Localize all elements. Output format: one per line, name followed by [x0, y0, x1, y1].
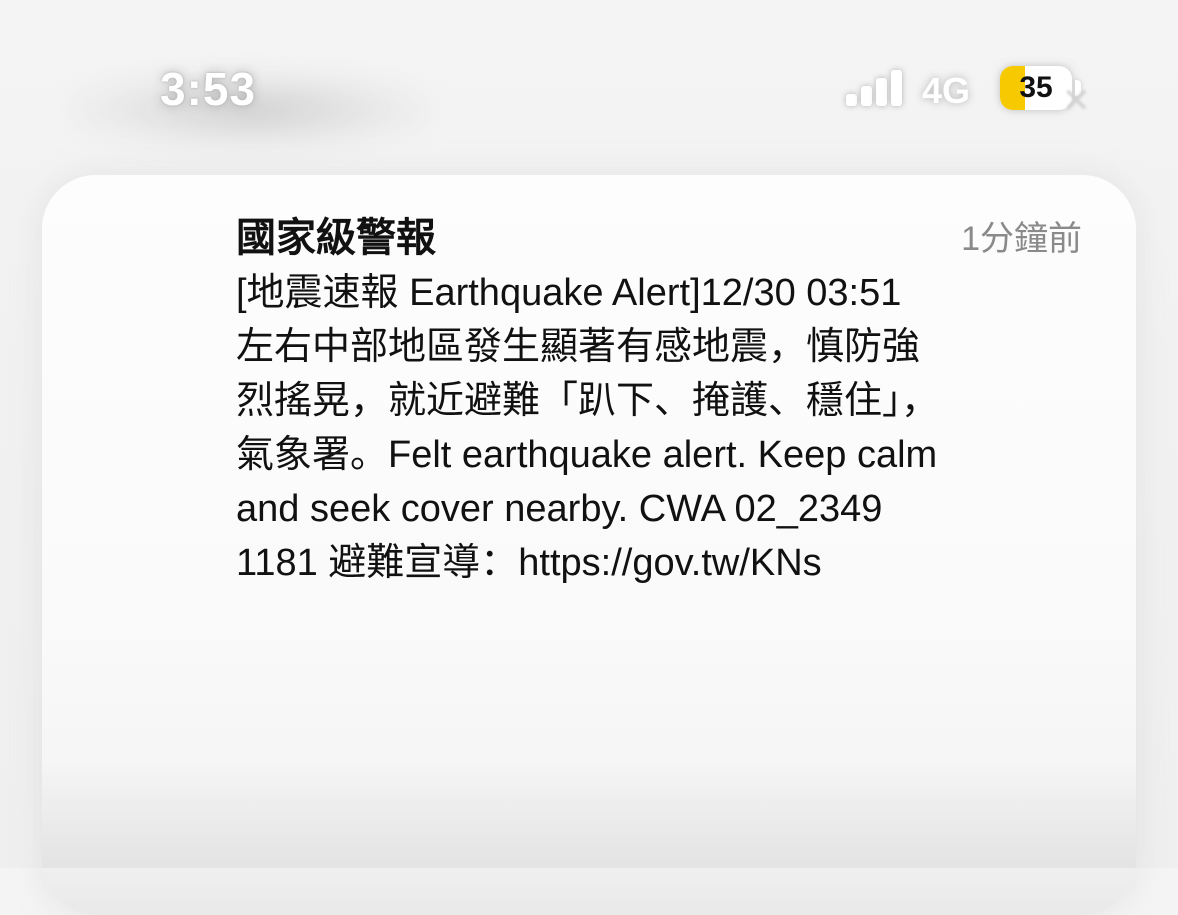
alert-title: 國家級警報 — [236, 216, 436, 260]
alert-message: [地震速報 Earthquake Alert]12/30 03:51 左右中部地… — [236, 266, 1096, 590]
cellular-signal-icon — [846, 68, 904, 106]
alert-message-line: and seek cover nearby. CWA 02_2349 — [236, 488, 883, 530]
status-time: 3:53 — [160, 63, 257, 115]
close-icon[interactable]: ✕ — [1062, 84, 1102, 118]
alert-message-line: 1181 避難宣導：https://gov.tw/KNs — [236, 542, 822, 584]
alert-message-line: 氣象署。Felt earthquake alert. Keep calm — [236, 434, 938, 476]
signal-bar-1 — [846, 94, 857, 106]
alert-timestamp: 1分鐘前 — [961, 220, 1082, 258]
alert-message-line: 烈搖晃，就近避難「趴下、掩護、穩住」， — [236, 380, 940, 422]
signal-bar-3 — [876, 78, 887, 106]
network-type: 4G — [922, 70, 971, 111]
alert-message-line: [地震速報 Earthquake Alert]12/30 03:51 — [236, 272, 902, 314]
signal-bar-2 — [861, 86, 872, 106]
status-bar: 3:53 4G 35 ✕ — [0, 0, 1178, 170]
signal-bar-4 — [891, 70, 902, 106]
alert-message-line: 左右中部地區發生顯著有感地震，慎防強 — [236, 326, 921, 368]
